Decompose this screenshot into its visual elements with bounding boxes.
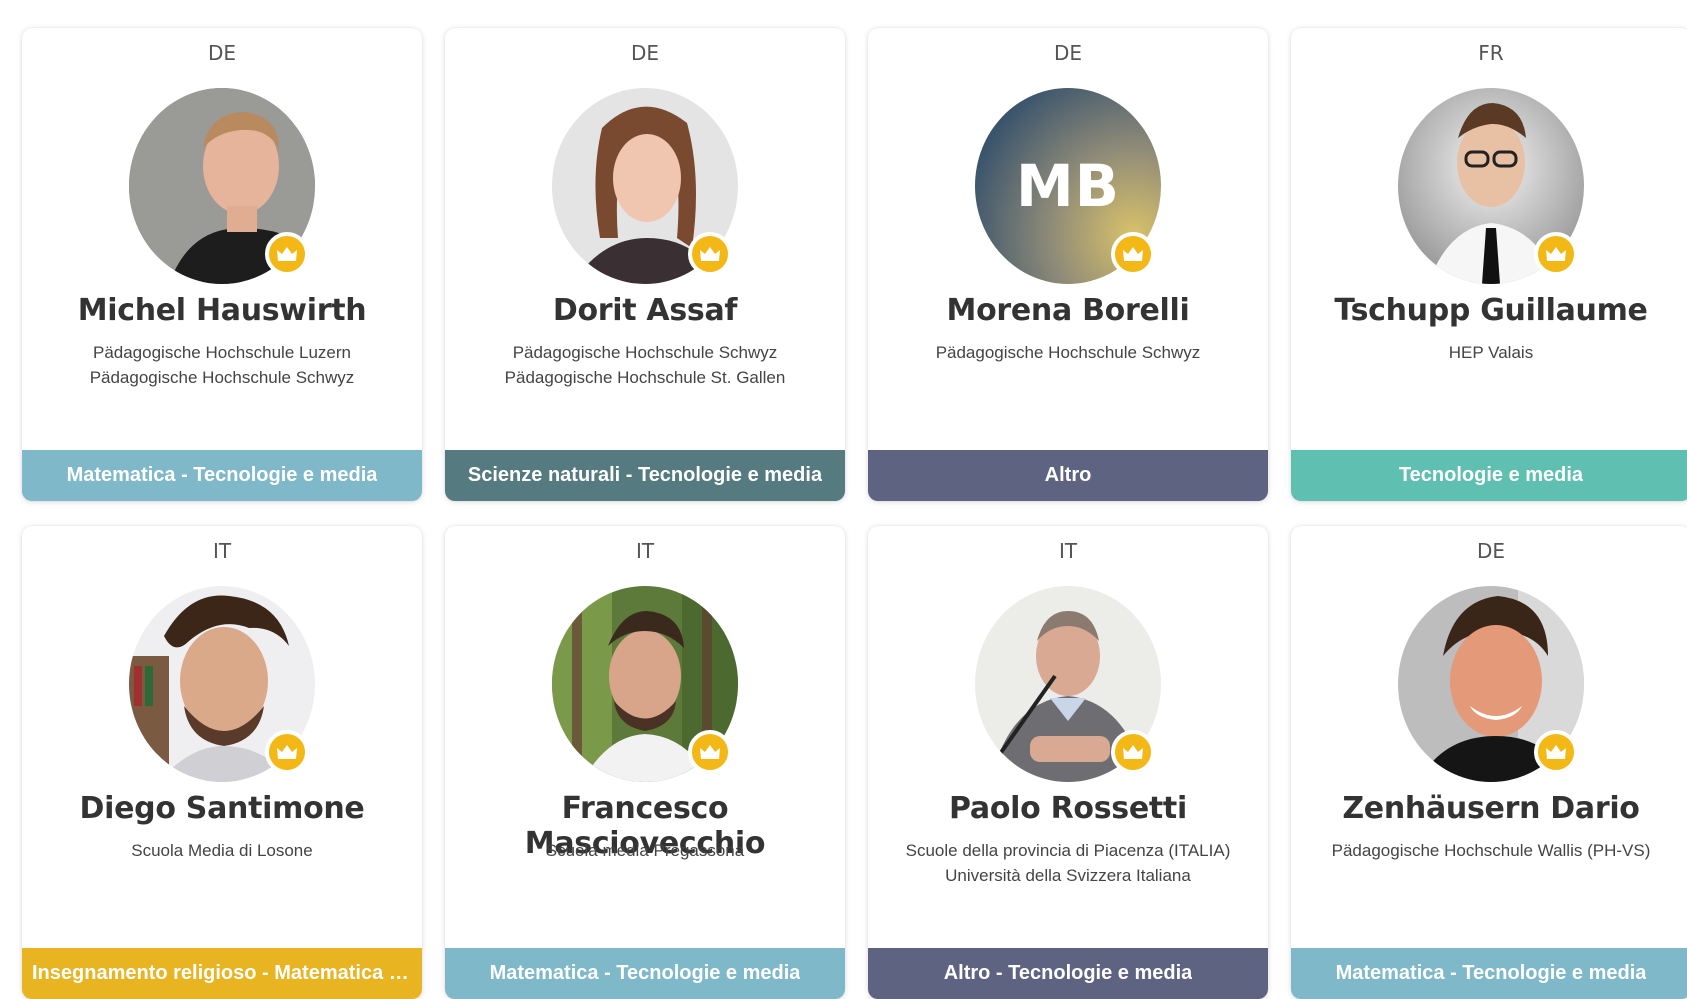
avatar-container: MB — [975, 88, 1161, 284]
subject-label: Altro — [1044, 464, 1092, 486]
institution: Università della Svizzera Italiana — [945, 866, 1191, 885]
crown-badge — [265, 730, 309, 774]
teacher-card[interactable]: DE Dorit Assaf Pädagogische Hochschule S… — [445, 28, 845, 501]
subject-label: Matematica - Tecnologie e media — [1335, 962, 1647, 984]
institution: Pädagogische Hochschule Wallis (PH-VS) — [1331, 841, 1651, 860]
language-label: DE — [630, 41, 660, 65]
avatar-container — [129, 586, 315, 782]
institution: Scuole della provincia di Piacenza (ITAL… — [905, 841, 1231, 860]
teacher-name: Morena Borelli — [946, 293, 1190, 328]
institution: Pädagogische Hochschule Schwyz — [512, 343, 778, 362]
institution-list: Pädagogische Hochschule Schwyz Pädagogis… — [445, 340, 845, 390]
institution: Pädagogische Hochschule Luzern — [92, 343, 351, 362]
subject-tag: Altro - Tecnologie e media — [868, 948, 1268, 999]
avatar-container — [129, 88, 315, 284]
crown-badge — [688, 232, 732, 276]
institution: Scuola media Pregassona — [545, 841, 745, 860]
teacher-card-grid: DE Michel Hauswirth Pädagogische Hochsch… — [22, 28, 1687, 999]
crown-icon — [277, 745, 297, 759]
language-label: DE — [1053, 41, 1083, 65]
subject-label: Matematica - Tecnologie e media — [66, 464, 378, 486]
crown-badge — [688, 730, 732, 774]
subject-label: Altro - Tecnologie e media — [943, 962, 1193, 984]
institution-list: Scuola media Pregassona — [445, 838, 845, 863]
institution-list: Pädagogische Hochschule Wallis (PH-VS) — [1291, 838, 1687, 863]
avatar-container — [1398, 88, 1584, 284]
teacher-name: Paolo Rossetti — [949, 791, 1187, 826]
teacher-card[interactable]: IT Paolo Rossetti Scuole della provincia… — [868, 526, 1268, 999]
subject-tag: Matematica - Tecnologie e media — [1291, 948, 1687, 999]
teacher-card[interactable]: FR Tschupp Guillaume HEP Valais Tecnolog… — [1291, 28, 1687, 501]
teacher-name: Diego Santimone — [79, 791, 365, 826]
subject-tag: Matematica - Tecnologie e media — [22, 450, 422, 501]
language-label: FR — [1478, 41, 1504, 65]
language-label: IT — [212, 539, 232, 563]
avatar-container — [552, 586, 738, 782]
teacher-card[interactable]: DE Michel Hauswirth Pädagogische Hochsch… — [22, 28, 422, 501]
crown-icon — [1546, 247, 1566, 261]
language-label: DE — [1476, 539, 1506, 563]
subject-tag: Matematica - Tecnologie e media — [445, 948, 845, 999]
teacher-name: Dorit Assaf — [552, 293, 738, 328]
crown-icon — [1123, 247, 1143, 261]
subject-label: Matematica - Tecnologie e media — [489, 962, 801, 984]
institution-list: Scuola Media di Losone — [22, 838, 422, 863]
teacher-name: Tschupp Guillaume — [1334, 293, 1648, 328]
subject-label: Scienze naturali - Tecnologie e media — [467, 464, 823, 486]
teacher-card[interactable]: DE MB Morena Borelli Pädagogische Hochsc… — [868, 28, 1268, 501]
institution-list: Pädagogische Hochschule Schwyz — [868, 340, 1268, 365]
subject-tag: Scienze naturali - Tecnologie e media — [445, 450, 845, 501]
subject-tag: Insegnamento religioso - Matematica - Te… — [22, 948, 422, 999]
crown-icon — [700, 745, 720, 759]
language-label: IT — [635, 539, 655, 563]
avatar-container — [975, 586, 1161, 782]
teacher-card[interactable]: IT Francesco Masciovecchio Scuola media … — [445, 526, 845, 999]
teacher-card[interactable]: DE Zenhäusern Dario Pädagogische Hochsch… — [1291, 526, 1687, 999]
subject-tag: Altro — [868, 450, 1268, 501]
language-label: IT — [1058, 539, 1078, 563]
subject-label: Tecnologie e media — [1398, 464, 1584, 486]
crown-badge — [1111, 232, 1155, 276]
institution: Pädagogische Hochschule Schwyz — [935, 343, 1201, 362]
institution: Pädagogische Hochschule St. Gallen — [504, 368, 786, 387]
crown-badge — [265, 232, 309, 276]
teacher-card[interactable]: IT Diego Santimone Scuola Media di Loson… — [22, 526, 422, 999]
avatar-container — [1398, 586, 1584, 782]
institution: HEP Valais — [1448, 343, 1534, 362]
teacher-name: Michel Hauswirth — [77, 293, 367, 328]
crown-icon — [700, 247, 720, 261]
language-label: DE — [207, 41, 237, 65]
subject-label: Insegnamento religioso - Matematica - Te… — [32, 962, 412, 984]
institution: Scuola Media di Losone — [131, 841, 313, 860]
institution-list: Scuole della provincia di Piacenza (ITAL… — [868, 838, 1268, 888]
crown-badge — [1534, 730, 1578, 774]
avatar-container — [552, 88, 738, 284]
crown-badge — [1534, 232, 1578, 276]
crown-badge — [1111, 730, 1155, 774]
institution: Pädagogische Hochschule Schwyz — [89, 368, 355, 387]
subject-tag: Tecnologie e media — [1291, 450, 1687, 501]
institution-list: HEP Valais — [1291, 340, 1687, 365]
teacher-name: Zenhäusern Dario — [1342, 791, 1640, 826]
institution-list: Pädagogische Hochschule Luzern Pädagogis… — [22, 340, 422, 390]
crown-icon — [277, 247, 297, 261]
crown-icon — [1123, 745, 1143, 759]
crown-icon — [1546, 745, 1566, 759]
